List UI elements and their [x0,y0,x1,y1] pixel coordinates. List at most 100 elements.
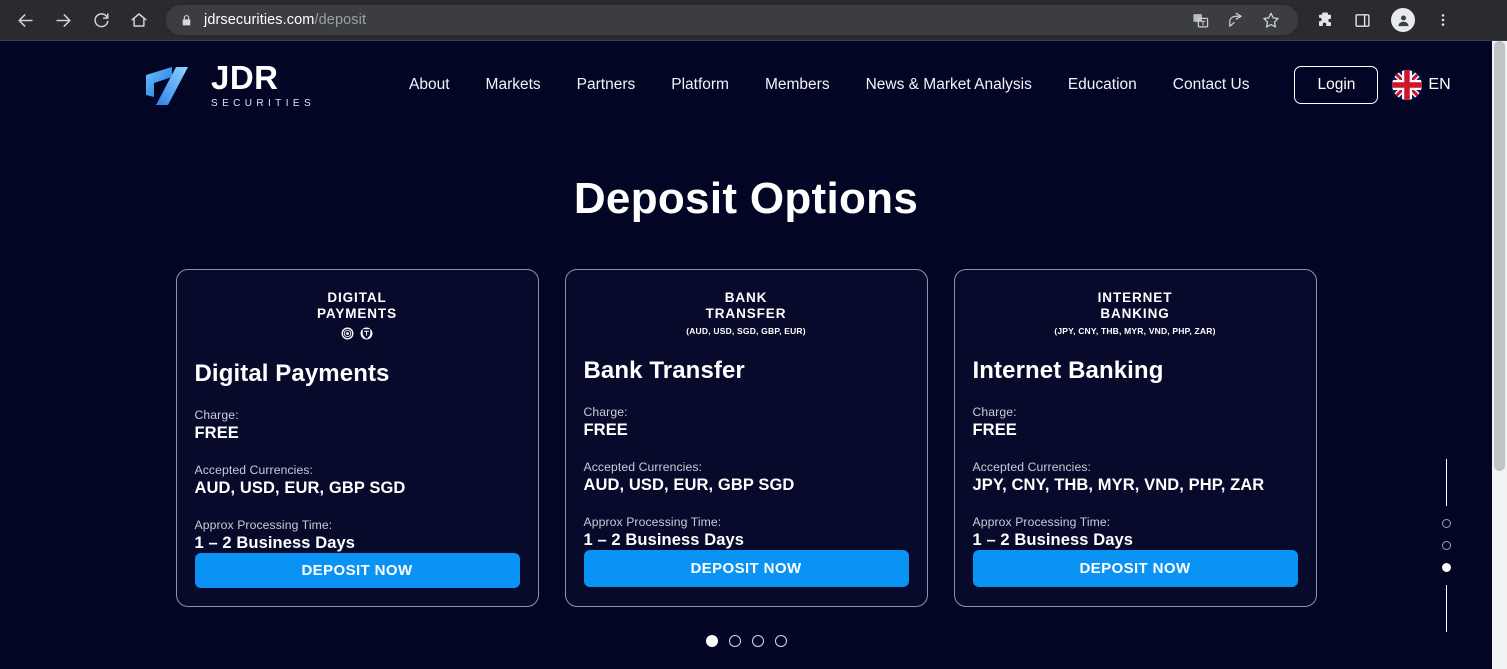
carousel-dot-4[interactable] [774,635,787,647]
tether-badge-icon [360,327,373,340]
charge-label: Charge: [583,404,628,419]
nav-item-members[interactable]: Members [747,76,848,94]
side-indicator-dot-3[interactable] [1442,563,1451,572]
charge-label: Charge: [972,404,1017,419]
site-logo[interactable]: JDR SECURITIES [142,61,315,109]
coin-badge-icon [341,327,354,340]
share-icon[interactable] [1227,12,1244,29]
processing-label: Approx Processing Time: [194,517,333,532]
card-kicker: INTERNET BANKING (JPY, CNY, THB, MYR, VN… [1054,290,1215,337]
browser-nav-buttons [0,3,156,37]
deposit-card-bank-transfer[interactable]: BANK TRANSFER (AUD, USD, SGD, GBP, EUR) … [564,269,928,607]
side-indicator-dot-2[interactable] [1442,541,1451,550]
carousel-dot-1[interactable] [705,635,718,647]
card-charge-field: Charge: FREE [582,405,911,440]
puzzle-piece-icon[interactable] [1316,11,1334,29]
carousel-dot-3[interactable] [751,635,764,647]
card-charge-field: Charge: FREE [193,408,522,443]
carousel-dot-2[interactable] [728,635,741,647]
lock-icon [180,14,193,27]
reload-button[interactable] [84,3,118,37]
charge-value: FREE [583,420,628,439]
card-title: Internet Banking [972,356,1164,384]
card-kicker: DIGITAL PAYMENTS [317,290,397,323]
language-selector[interactable]: EN [1392,69,1451,100]
card-footer-spacer [193,588,522,606]
three-dot-menu-icon[interactable] [1435,12,1451,28]
currencies-label: Accepted Currencies: [972,459,1092,474]
card-currencies-field: Accepted Currencies: JPY, CNY, THB, MYR,… [971,460,1300,495]
header-actions: Login EN [1294,65,1451,104]
card-kicker-line1: INTERNET [1097,290,1173,305]
currencies-label: Accepted Currencies: [583,459,703,474]
processing-label: Approx Processing Time: [583,514,722,529]
forward-arrow-icon [54,11,73,30]
profile-avatar-icon[interactable] [1391,8,1415,32]
currencies-value: AUD, USD, EUR, GBP SGD [583,475,795,494]
processing-label: Approx Processing Time: [972,514,1111,529]
site-header: JDR SECURITIES About Markets Partners Pl… [0,41,1492,128]
scrollbar-thumb[interactable] [1494,41,1505,471]
logo-title: JDR [211,58,279,96]
nav-item-contact-us[interactable]: Contact Us [1155,76,1268,94]
card-title: Bank Transfer [583,356,745,384]
card-title: Digital Payments [194,359,390,387]
address-bar[interactable]: jdrsecurities.com/deposit [166,5,1298,35]
jdr-logo-icon [142,61,198,109]
nav-item-platform[interactable]: Platform [653,76,747,94]
home-icon [130,11,148,29]
currencies-label: Accepted Currencies: [194,462,314,477]
logo-subtitle: SECURITIES [211,97,316,109]
url-domain: jdrsecurities.com [204,12,315,28]
nav-item-education[interactable]: Education [1050,76,1155,94]
card-footer-spacer [582,587,911,606]
url-text: jdrsecurities.com/deposit [204,12,366,28]
nav-item-about[interactable]: About [391,76,468,94]
card-processing-field: Approx Processing Time: 1 – 2 Business D… [193,518,522,553]
charge-value: FREE [972,420,1017,439]
nav-item-markets[interactable]: Markets [468,76,559,94]
card-coin-badges [193,327,522,340]
back-arrow-icon [16,11,35,30]
language-label: EN [1428,75,1451,93]
main-navigation: About Markets Partners Platform Members … [391,76,1267,94]
uk-flag-icon [1392,69,1423,100]
card-currencies-field: Accepted Currencies: AUD, USD, EUR, GBP … [193,463,522,498]
deposit-now-button[interactable]: DEPOSIT NOW [194,552,520,588]
card-kicker: BANK TRANSFER (AUD, USD, SGD, GBP, EUR) [686,290,806,337]
charge-value: FREE [194,423,239,442]
side-indicator-line-top [1446,459,1447,506]
charge-label: Charge: [194,407,239,422]
processing-value: 1 – 2 Business Days [972,530,1134,549]
card-kicker-line2: TRANSFER [705,306,787,322]
browser-chrome: jdrsecurities.com/deposit [0,0,1507,41]
processing-value: 1 – 2 Business Days [194,533,356,552]
deposit-now-button[interactable]: DEPOSIT NOW [583,549,909,587]
nav-item-partners[interactable]: Partners [559,76,654,94]
forward-button[interactable] [46,3,80,37]
carousel-pagination [0,635,1492,647]
nav-item-news-market-analysis[interactable]: News & Market Analysis [848,76,1050,94]
deposit-card-internet-banking[interactable]: INTERNET BANKING (JPY, CNY, THB, MYR, VN… [953,269,1317,607]
reload-icon [92,11,110,29]
side-panel-icon[interactable] [1354,12,1371,29]
side-indicator-dot-1[interactable] [1442,519,1451,528]
card-kicker-line2: PAYMENTS [317,306,397,322]
card-processing-field: Approx Processing Time: 1 – 2 Business D… [971,515,1300,550]
page-scrollbar[interactable] [1492,41,1507,669]
back-button[interactable] [8,3,42,37]
card-charge-field: Charge: FREE [971,405,1300,440]
card-processing-field: Approx Processing Time: 1 – 2 Business D… [582,515,911,550]
home-button[interactable] [122,3,156,37]
browser-extension-icons [1298,8,1465,32]
card-footer-spacer [971,587,1300,606]
deposit-card-digital-payments[interactable]: DIGITAL PAYMENTS Digital Payments Charge… [175,269,539,607]
deposit-now-button[interactable]: DEPOSIT NOW [972,549,1298,587]
side-page-indicator [1442,459,1451,632]
star-icon[interactable] [1262,11,1280,29]
side-indicator-line-bottom [1446,585,1447,632]
translate-icon[interactable] [1192,12,1209,29]
page-title: Deposit Options [573,174,919,223]
card-kicker-subtitle: (JPY, CNY, THB, MYR, VND, PHP, ZAR) [1054,325,1216,336]
login-button[interactable]: Login [1294,65,1379,104]
